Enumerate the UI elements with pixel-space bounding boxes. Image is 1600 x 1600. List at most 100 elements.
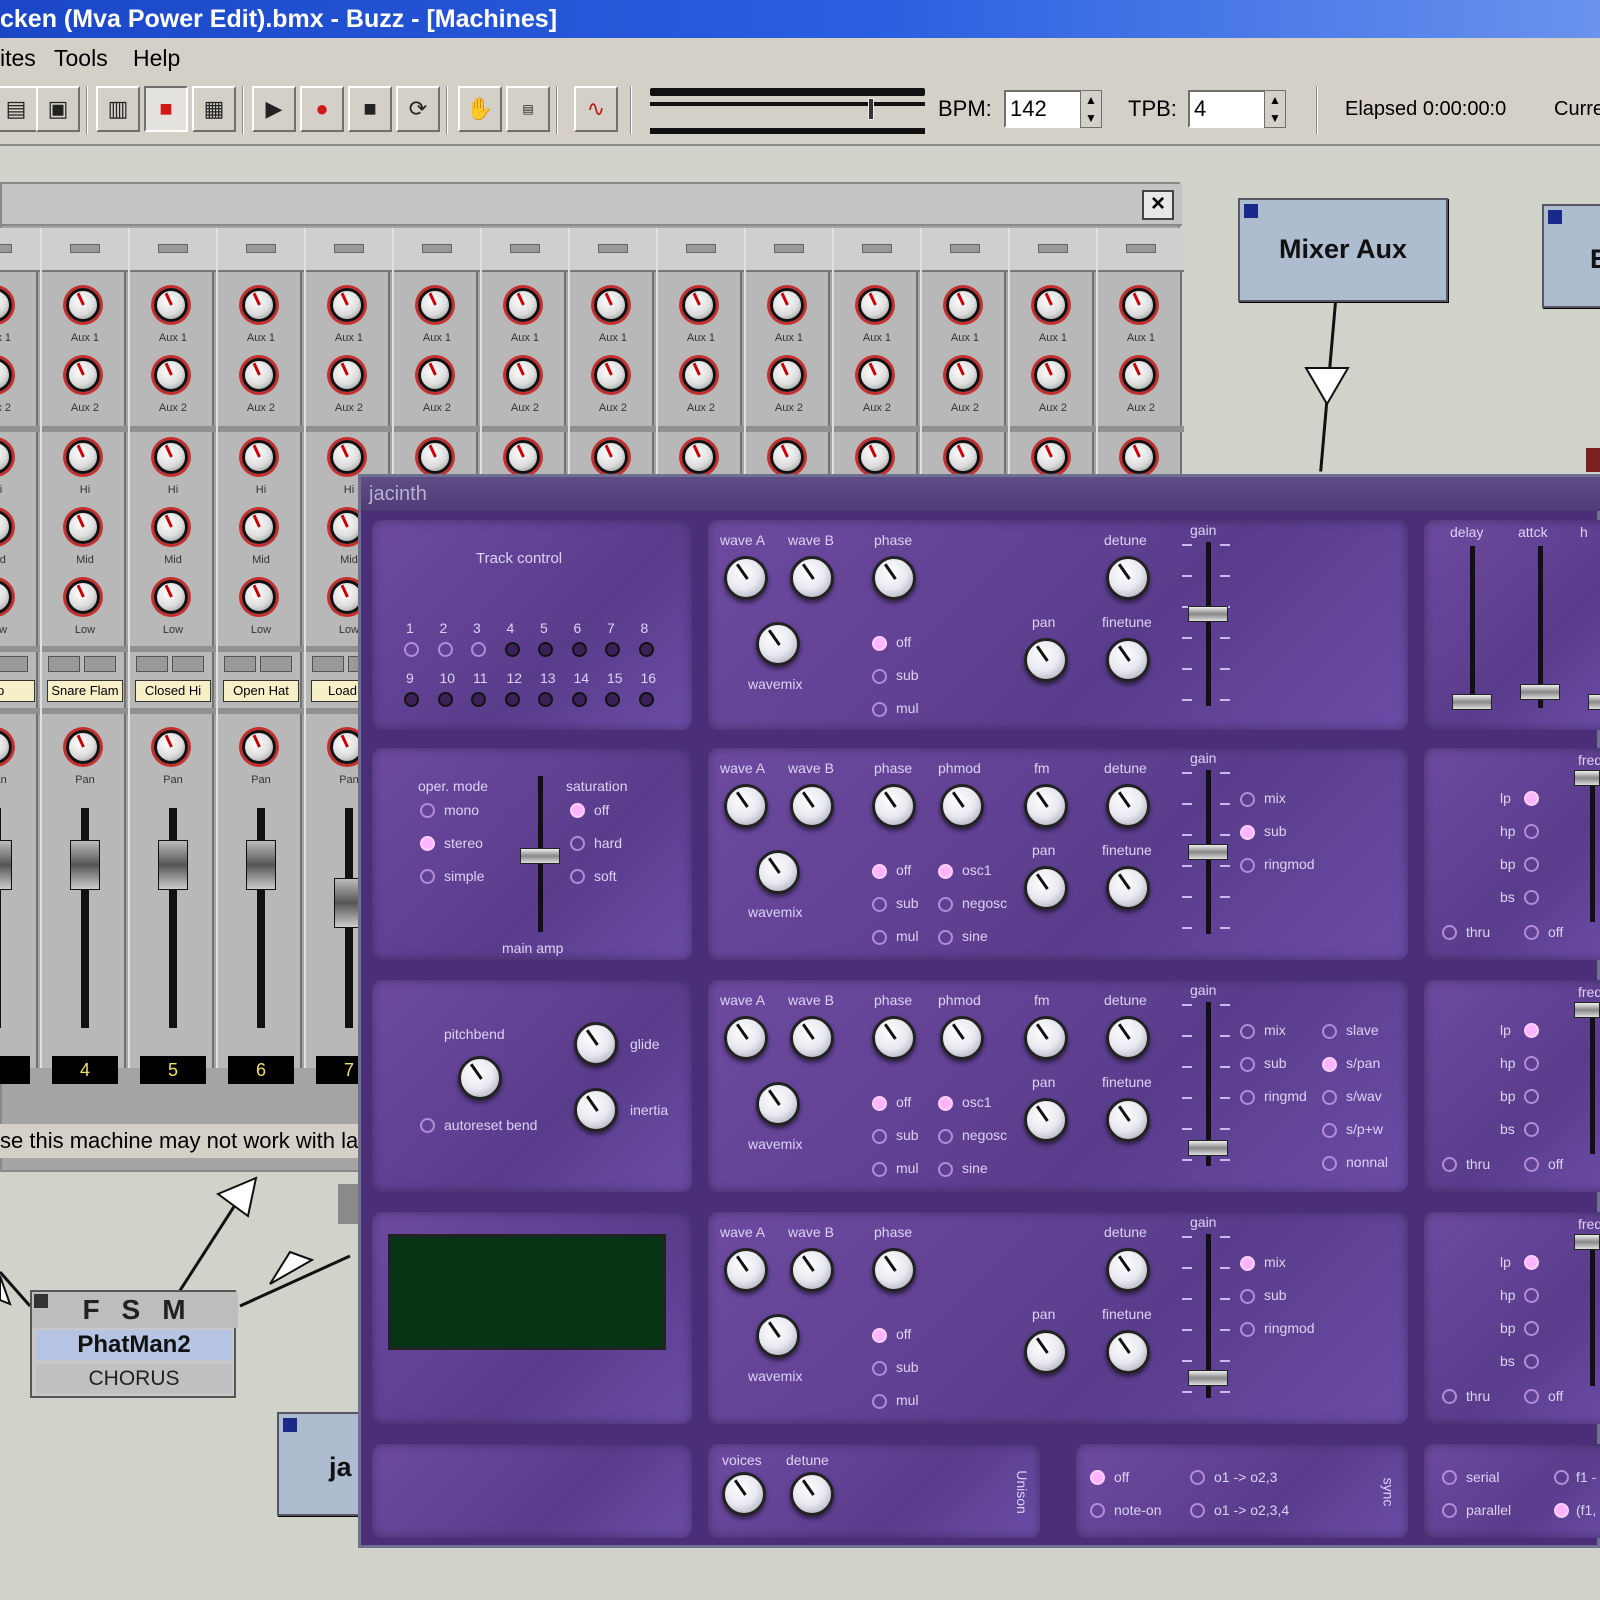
machine-ja[interactable]: ja xyxy=(277,1412,367,1516)
volume-fader-thumb[interactable] xyxy=(0,840,12,890)
wave-a-knob[interactable] xyxy=(724,556,768,600)
filter-hp-radio[interactable] xyxy=(1524,1288,1539,1303)
eq-mid-knob[interactable] xyxy=(242,510,276,544)
loop-button[interactable]: ⟳ xyxy=(396,86,440,132)
mix-radio[interactable] xyxy=(1240,1024,1255,1039)
freq-thumb[interactable] xyxy=(1574,1002,1600,1018)
osc1-radio[interactable] xyxy=(938,1096,953,1111)
eq-mid-knob[interactable] xyxy=(154,510,188,544)
aux2-knob[interactable] xyxy=(418,358,452,392)
glide-knob[interactable] xyxy=(574,1022,618,1066)
pan-knob[interactable] xyxy=(66,730,100,764)
mix-radio[interactable] xyxy=(1240,1256,1255,1271)
sub-radio[interactable] xyxy=(1240,1289,1255,1304)
bpm-input[interactable]: 142 xyxy=(1004,90,1084,128)
volume-slider-thumb[interactable] xyxy=(868,98,874,120)
pan-knob[interactable] xyxy=(154,730,188,764)
phase-knob[interactable] xyxy=(872,556,916,600)
s-p-w-radio[interactable] xyxy=(1322,1123,1337,1138)
track-toggle[interactable] xyxy=(471,642,486,657)
filter-thru-radio[interactable] xyxy=(1442,1157,1457,1172)
sub-radio[interactable] xyxy=(1240,825,1255,840)
negosc-radio[interactable] xyxy=(938,1129,953,1144)
stop-button[interactable]: ■ xyxy=(348,86,392,132)
sine-radio[interactable] xyxy=(938,1162,953,1177)
track-toggle[interactable] xyxy=(437,692,453,707)
phmod-knob[interactable] xyxy=(940,784,984,828)
finetune-knob[interactable] xyxy=(1106,1330,1150,1374)
aux2-knob[interactable] xyxy=(858,358,892,392)
machine-mixer-aux[interactable]: Mixer Aux xyxy=(1238,198,1448,302)
eq-low-knob[interactable] xyxy=(0,580,12,614)
track-toggle[interactable] xyxy=(638,692,654,707)
aux2-knob[interactable] xyxy=(0,358,12,392)
routing-parallel-radio[interactable] xyxy=(1442,1503,1457,1518)
tpb-input[interactable]: 4 xyxy=(1188,90,1266,128)
channel-name[interactable]: Snare Flam xyxy=(47,680,123,702)
osc-off-radio[interactable] xyxy=(872,1328,887,1343)
mute-solo-buttons[interactable] xyxy=(224,656,298,674)
finetune-knob[interactable] xyxy=(1106,1098,1150,1142)
mode-mono-radio[interactable] xyxy=(420,803,435,818)
ringmod-radio[interactable] xyxy=(1240,858,1255,873)
detune-knob[interactable] xyxy=(1106,556,1150,600)
eq-hi-knob[interactable] xyxy=(770,440,804,474)
volume-fader-thumb[interactable] xyxy=(158,840,188,890)
eq-hi-knob[interactable] xyxy=(682,440,716,474)
mode-simple-radio[interactable] xyxy=(420,869,435,884)
gain-thumb[interactable] xyxy=(1188,844,1228,860)
aux1-knob[interactable] xyxy=(418,288,452,322)
menu-item-help[interactable]: Help xyxy=(133,38,180,78)
aux1-knob[interactable] xyxy=(66,288,100,322)
track-toggle[interactable] xyxy=(471,692,486,707)
filter-hp-radio[interactable] xyxy=(1524,824,1539,839)
wavemix-knob[interactable] xyxy=(756,622,800,666)
sine-radio[interactable] xyxy=(938,930,953,945)
eq-hi-knob[interactable] xyxy=(330,440,364,474)
channel-name[interactable]: Open Hat xyxy=(223,680,299,702)
filter-bs-radio[interactable] xyxy=(1524,1354,1539,1369)
mute-solo-buttons[interactable] xyxy=(0,656,34,674)
channel-name[interactable]: op xyxy=(0,680,35,702)
solo-button[interactable] xyxy=(172,656,204,672)
wave-b-knob[interactable] xyxy=(790,1016,834,1060)
filter-thru-radio[interactable] xyxy=(1442,1389,1457,1404)
negosc-radio[interactable] xyxy=(938,897,953,912)
aux1-knob[interactable] xyxy=(770,288,804,322)
menu-item-favorites[interactable]: ites xyxy=(0,38,36,78)
filter-lp-radio[interactable] xyxy=(1524,791,1539,806)
gain-slider[interactable] xyxy=(1206,542,1211,706)
eq-mid-knob[interactable] xyxy=(0,510,12,544)
delay-thumb[interactable] xyxy=(1452,694,1492,710)
wavemix-knob[interactable] xyxy=(756,1314,800,1358)
routing-f1b-radio[interactable] xyxy=(1554,1503,1569,1518)
eq-hi-knob[interactable] xyxy=(418,440,452,474)
track-toggle[interactable] xyxy=(538,692,553,707)
aux1-knob[interactable] xyxy=(0,288,12,322)
filter-off-radio[interactable] xyxy=(1524,1157,1539,1172)
osc-sub-radio[interactable] xyxy=(872,1129,887,1144)
aux1-knob[interactable] xyxy=(242,288,276,322)
mute-button[interactable] xyxy=(312,656,344,672)
finetune-knob[interactable] xyxy=(1106,866,1150,910)
sequence-view-button[interactable]: ▦ xyxy=(192,86,236,132)
track-toggle[interactable] xyxy=(504,692,520,707)
wave-b-knob[interactable] xyxy=(790,556,834,600)
channel-name[interactable]: Closed Hi xyxy=(135,680,211,702)
eq-mid-knob[interactable] xyxy=(66,510,100,544)
volume-slider-track[interactable] xyxy=(650,88,925,96)
aux1-knob[interactable] xyxy=(594,288,628,322)
filter-lp-radio[interactable] xyxy=(1524,1255,1539,1270)
fm-knob[interactable] xyxy=(1024,1016,1068,1060)
pan-knob[interactable] xyxy=(242,730,276,764)
phase-knob[interactable] xyxy=(872,1248,916,1292)
wave-a-knob[interactable] xyxy=(724,1248,768,1292)
track-toggle[interactable] xyxy=(437,642,453,657)
attack-thumb[interactable] xyxy=(1520,684,1560,700)
track-toggle[interactable] xyxy=(571,642,587,657)
aux2-knob[interactable] xyxy=(506,358,540,392)
bpm-spinner[interactable]: ▲ ▼ xyxy=(1080,90,1102,128)
sync-o1-o23-radio[interactable] xyxy=(1190,1470,1205,1485)
eq-hi-knob[interactable] xyxy=(1122,440,1156,474)
filter-thru-radio[interactable] xyxy=(1442,925,1457,940)
